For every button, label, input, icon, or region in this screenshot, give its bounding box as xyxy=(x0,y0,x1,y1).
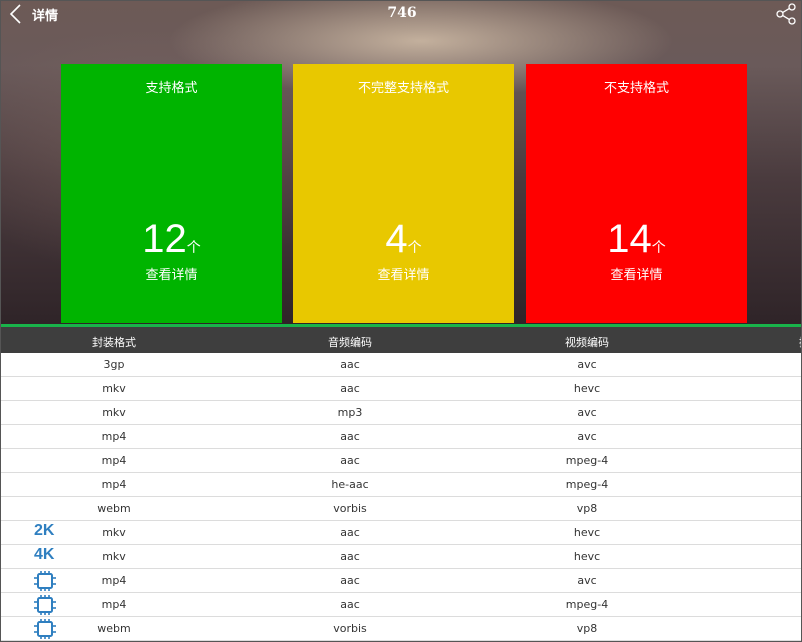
resolution-badge: 4K xyxy=(34,546,55,563)
unsupported-formats-card[interactable]: 不支持格式 14个 查看详情 xyxy=(526,64,747,323)
count-value: 4 xyxy=(385,217,408,261)
card-title: 不支持格式 xyxy=(603,81,669,96)
audio-codec-cell: aac xyxy=(340,358,360,371)
count-unit: 个 xyxy=(651,240,666,256)
view-details-link[interactable]: 查看详情 xyxy=(526,264,747,283)
supported-formats-card[interactable]: 支持格式 12个 查看详情 xyxy=(61,64,282,323)
table-row[interactable]: 4K mkv aac hevc xyxy=(1,545,801,569)
card-title: 支持格式 xyxy=(145,81,198,96)
audio-codec-cell: aac xyxy=(340,574,360,587)
view-details-link[interactable]: 查看详情 xyxy=(61,264,282,283)
video-codec-cell: mpeg-4 xyxy=(565,598,609,611)
video-codec-cell: vp8 xyxy=(576,502,598,515)
header-video: 视频编码 xyxy=(565,336,609,349)
container-cell: webm xyxy=(97,502,131,515)
format-table-body: 3gp aac avc mkv aac hevc mkv mp3 avc mp4 aac avc mp4… xyxy=(1,353,801,641)
header-audio: 音频编码 xyxy=(328,336,372,349)
table-row[interactable]: 3gp aac avc xyxy=(1,353,801,377)
view-details-link[interactable]: 查看详情 xyxy=(293,264,514,283)
audio-codec-cell: aac xyxy=(340,526,360,539)
audio-codec-cell: aac xyxy=(340,598,360,611)
container-cell: mp4 xyxy=(101,430,127,443)
table-row[interactable]: mp4 aac avc xyxy=(1,425,801,449)
count-value: 12 xyxy=(142,217,187,261)
summary-panel: 详情 746 支持格式 12个 查看详情 不完整支持格式 4个 查看详情 不支持… xyxy=(1,1,801,324)
video-codec-cell: hevc xyxy=(573,526,601,539)
chip-icon xyxy=(34,571,56,591)
video-codec-cell: hevc xyxy=(573,550,601,563)
video-codec-cell: avc xyxy=(577,358,597,371)
table-row[interactable]: mp4 aac avc xyxy=(1,569,801,593)
video-codec-cell: avc xyxy=(577,406,597,419)
container-cell: webm xyxy=(97,622,131,635)
container-cell: mkv xyxy=(102,406,126,419)
table-header: 封装格式 音频编码 视频编码 操 xyxy=(1,327,801,353)
video-codec-cell: vp8 xyxy=(576,622,598,635)
audio-codec-cell: aac xyxy=(340,454,360,467)
container-cell: mp4 xyxy=(101,478,127,491)
audio-codec-cell: vorbis xyxy=(333,622,367,635)
header-container: 封装格式 xyxy=(92,336,136,349)
audio-codec-cell: vorbis xyxy=(333,502,367,515)
video-codec-cell: hevc xyxy=(573,382,601,395)
share-icon[interactable] xyxy=(775,3,797,25)
partial-support-card[interactable]: 不完整支持格式 4个 查看详情 xyxy=(293,64,514,323)
container-cell: mp4 xyxy=(101,598,127,611)
card-count: 12个 xyxy=(61,217,282,262)
table-row[interactable]: 2K mkv aac hevc xyxy=(1,521,801,545)
container-cell: mkv xyxy=(102,526,126,539)
audio-codec-cell: mp3 xyxy=(337,406,363,419)
audio-codec-cell: aac xyxy=(340,430,360,443)
count-value: 14 xyxy=(607,217,652,261)
table-row[interactable]: mp4 he-aac mpeg-4 xyxy=(1,473,801,497)
app-screen: 详情 746 支持格式 12个 查看详情 不完整支持格式 4个 查看详情 不支持… xyxy=(0,0,802,642)
top-bar: 详情 746 xyxy=(1,1,801,27)
container-cell: mkv xyxy=(102,550,126,563)
resolution-badge: 2K xyxy=(34,522,55,539)
audio-codec-cell: aac xyxy=(340,382,360,395)
container-cell: mkv xyxy=(102,382,126,395)
table-row[interactable]: mp4 aac mpeg-4 xyxy=(1,449,801,473)
chip-icon xyxy=(34,595,56,615)
container-cell: 3gp xyxy=(103,358,125,371)
table-row[interactable]: mp4 aac mpeg-4 xyxy=(1,593,801,617)
video-codec-cell: mpeg-4 xyxy=(565,454,609,467)
container-cell: mp4 xyxy=(101,454,127,467)
video-codec-cell: mpeg-4 xyxy=(565,478,609,491)
count-unit: 个 xyxy=(407,240,422,256)
audio-codec-cell: he-aac xyxy=(331,478,369,491)
chip-icon xyxy=(34,619,56,639)
table-row[interactable]: webm vorbis vp8 xyxy=(1,497,801,521)
table-row[interactable]: webm vorbis vp8 xyxy=(1,617,801,641)
device-id-title: 746 xyxy=(387,5,417,21)
video-codec-cell: avc xyxy=(577,574,597,587)
count-unit: 个 xyxy=(186,240,201,256)
table-row[interactable]: mkv mp3 avc xyxy=(1,401,801,425)
audio-codec-cell: aac xyxy=(340,550,360,563)
container-cell: mp4 xyxy=(101,574,127,587)
card-count: 4个 xyxy=(293,217,514,262)
video-codec-cell: avc xyxy=(577,430,597,443)
table-row[interactable]: mkv aac hevc xyxy=(1,377,801,401)
card-title: 不完整支持格式 xyxy=(357,81,449,96)
card-count: 14个 xyxy=(526,217,747,262)
